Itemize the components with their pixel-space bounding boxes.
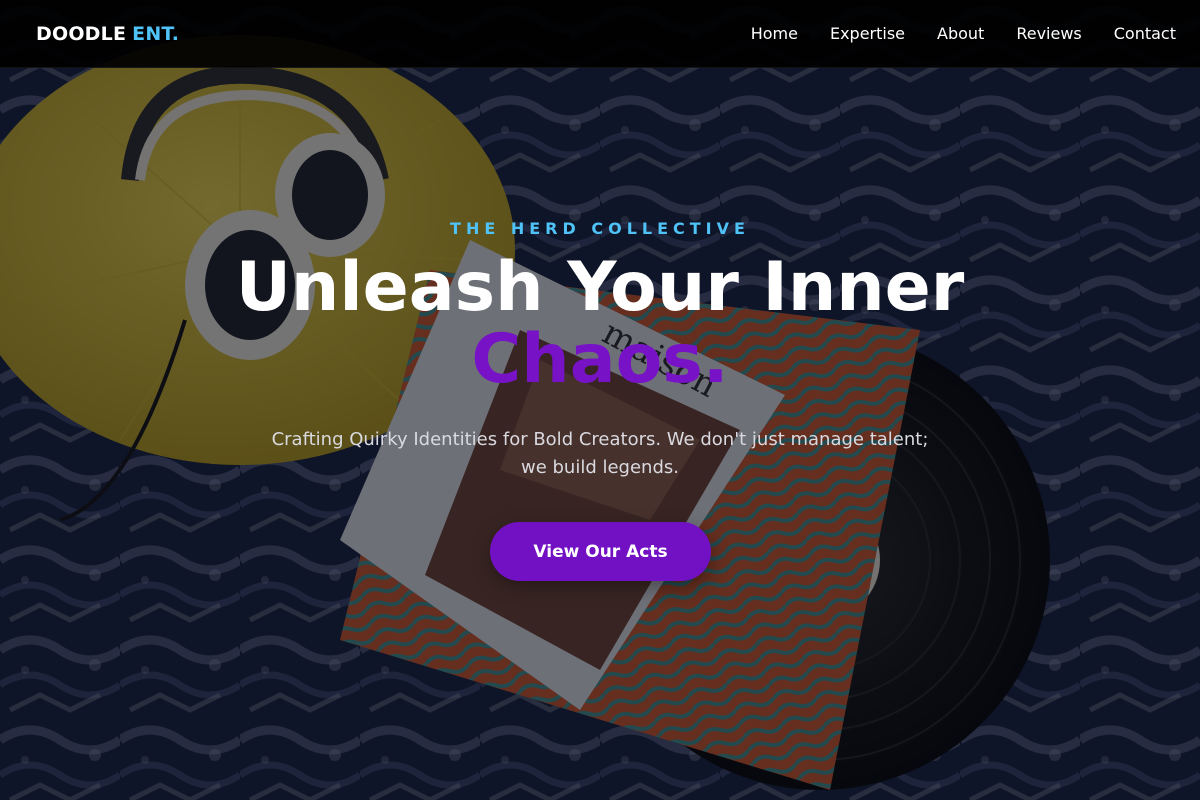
nav-link-reviews[interactable]: Reviews <box>1016 24 1081 43</box>
nav-link-about[interactable]: About <box>937 24 984 43</box>
brand-accent: ENT. <box>132 22 180 45</box>
top-navbar: DOODLE ENT. Home Expertise About Reviews… <box>0 0 1200 68</box>
hero-headline: Unleash Your Inner Chaos. <box>0 252 1200 396</box>
nav-link-home[interactable]: Home <box>751 24 798 43</box>
brand-name: DOODLE <box>36 22 127 45</box>
hero-headline-main: Unleash Your Inner <box>235 248 965 327</box>
hero-subtext: Crafting Quirky Identities for Bold Crea… <box>271 429 929 478</box>
nav-link-expertise[interactable]: Expertise <box>830 24 905 43</box>
hero-section: THE HERD COLLECTIVE Unleash Your Inner C… <box>0 0 1200 800</box>
landing-page: maison DOODLE ENT. Home Expertise About … <box>0 0 1200 800</box>
view-our-acts-button[interactable]: View Our Acts <box>490 522 711 581</box>
hero-eyebrow: THE HERD COLLECTIVE <box>450 219 750 238</box>
nav-link-contact[interactable]: Contact <box>1114 24 1176 43</box>
hero-headline-accent: Chaos. <box>471 320 729 399</box>
brand-logo[interactable]: DOODLE ENT. <box>36 23 179 45</box>
primary-navigation: Home Expertise About Reviews Contact <box>751 24 1176 43</box>
